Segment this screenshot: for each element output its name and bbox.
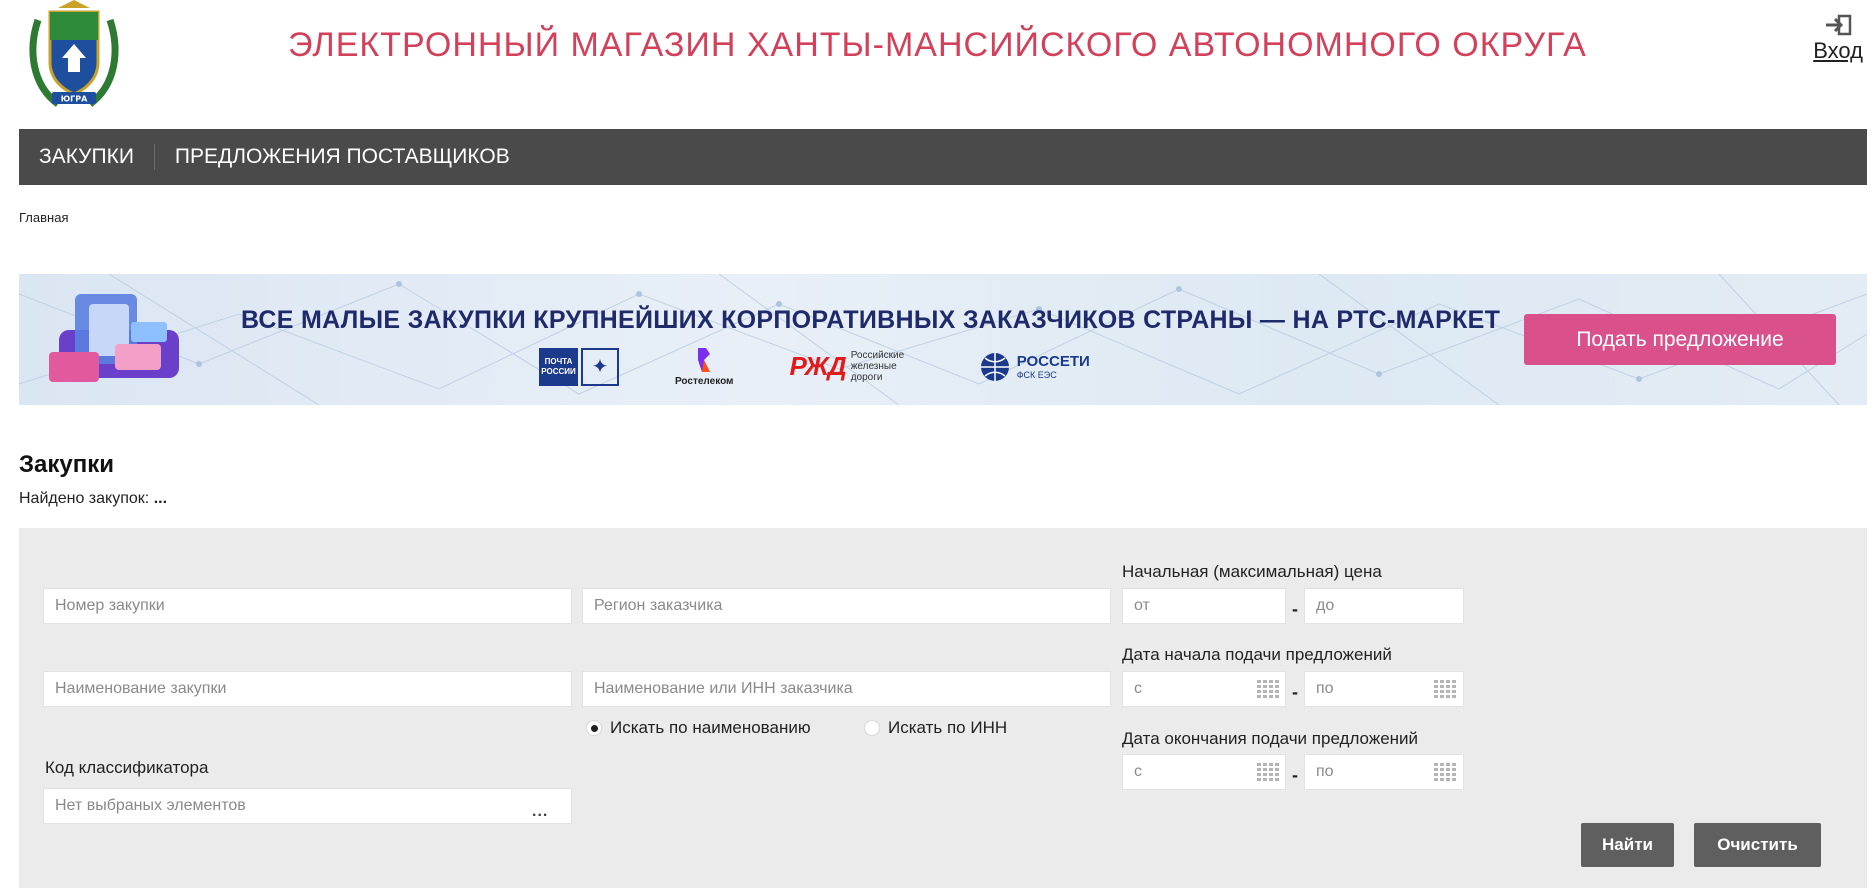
main-nav: ЗАКУПКИ ПРЕДЛОЖЕНИЯ ПОСТАВЩИКОВ [19,129,1867,185]
rostelecom-logo: Ростелеком [675,346,733,387]
rosseti-name: РОССЕТИ [1016,352,1090,370]
eagle-icon: ✦ [581,347,619,386]
calendar-icon[interactable] [1434,763,1456,781]
rosseti-sub: ФСК ЕЭС [1016,369,1057,380]
login-link[interactable]: Вход [1813,14,1863,64]
login-icon [1826,14,1852,36]
partner-logos: ПОЧТА РОССИИ ✦ Ростелеком РЖД Российские… [539,346,1146,387]
globe-icon [980,352,1009,381]
customer-region-input[interactable] [582,588,1111,624]
radio-by-name-label: Искать по наименованию [610,718,811,737]
site-header: ЮГРА ЭЛЕКТРОННЫЙ МАГАЗИН ХАНТЫ-МАНСИЙСКО… [0,0,1875,128]
start-date-label: Дата начала подачи предложений [1122,645,1392,664]
price-label: Начальная (максимальная) цена [1122,562,1382,581]
rzd-mark: РЖД [789,351,846,381]
price-from-input[interactable] [1122,588,1286,624]
found-label: Найдено закупок: [19,490,150,507]
pochta-logo-text: ПОЧТА РОССИИ [539,347,578,386]
rosseti-logo: РОССЕТИ ФСК ЕЭС [979,351,1090,383]
found-count: Найдено закупок: ... [19,490,167,508]
promo-banner[interactable]: ВСЕ МАЛЫЕ ЗАКУПКИ КРУПНЕЙШИХ КОРПОРАТИВН… [19,274,1867,405]
nav-item-purchases[interactable]: ЗАКУПКИ [19,144,154,170]
pochta-logo: ПОЧТА РОССИИ ✦ [539,347,619,386]
end-date-label: Дата окончания подачи предложений [1122,729,1419,748]
breadcrumb-home[interactable]: Главная [19,210,68,225]
start-date-dash: - [1292,682,1298,702]
login-label[interactable]: Вход [1813,38,1863,63]
more-options-icon[interactable]: ... [532,803,548,821]
rostelecom-name: Ростелеком [675,376,734,387]
calendar-icon[interactable] [1434,680,1456,698]
rzd-name: Российские железные дороги [850,350,905,383]
price-dash: - [1292,599,1298,619]
phone-cards-illustration [49,294,179,382]
find-button[interactable]: Найти [1581,823,1674,867]
customer-name-inn-input[interactable] [582,671,1111,707]
found-value: ... [153,490,168,507]
search-filter-panel: Начальная (максимальная) цена - Дата нач… [19,528,1867,888]
purchase-number-input[interactable] [43,588,572,624]
radio-dot-checked[interactable] [586,720,602,736]
price-to-input[interactable] [1304,588,1464,624]
logo-text: ЮГРА [61,95,88,104]
radio-search-by-name[interactable]: Искать по наименованию [586,718,811,738]
banner-headline: ВСЕ МАЛЫЕ ЗАКУПКИ КРУПНЕЙШИХ КОРПОРАТИВН… [241,306,1501,334]
radio-dot[interactable] [864,720,880,736]
nav-item-supplier-offers[interactable]: ПРЕДЛОЖЕНИЯ ПОСТАВЩИКОВ [153,144,530,170]
rostelecom-icon [698,348,711,372]
radio-by-inn-label: Искать по ИНН [888,718,1008,737]
classifier-label: Код классификатора [45,758,209,777]
site-title: ЭЛЕКТРОННЫЙ МАГАЗИН ХАНТЫ-МАНСИЙСКОГО АВ… [288,26,1587,64]
clear-button[interactable]: Очистить [1694,823,1821,867]
rzd-logo: РЖД Российские железные дороги [789,350,922,383]
classifier-input[interactable] [43,788,572,824]
end-date-dash: - [1292,765,1298,785]
calendar-icon[interactable] [1257,680,1279,698]
radio-search-by-inn[interactable]: Искать по ИНН [864,718,1007,738]
page-title: Закупки [19,451,115,478]
calendar-icon[interactable] [1257,763,1279,781]
purchase-name-input[interactable] [43,671,572,707]
submit-offer-button[interactable]: Подать предложение [1524,314,1836,365]
